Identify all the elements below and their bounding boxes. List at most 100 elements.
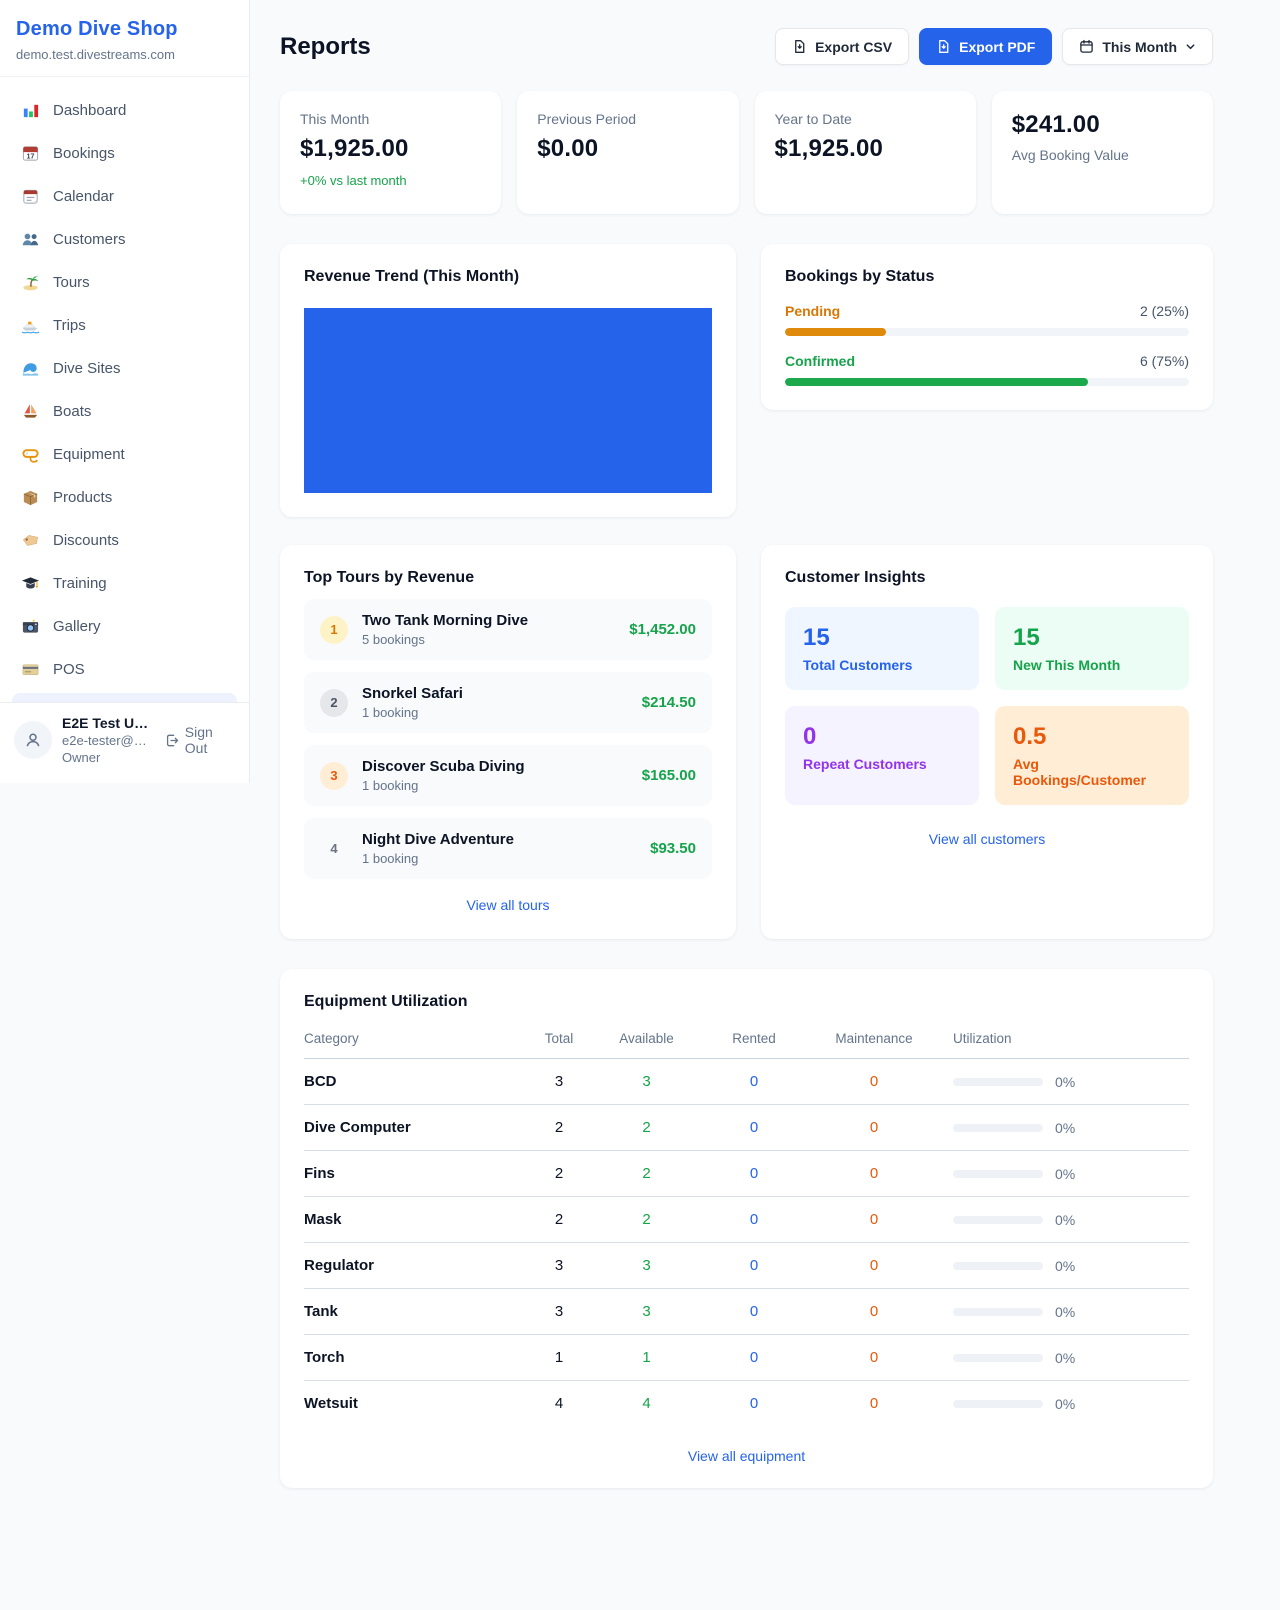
- cell-utilization: 0%: [1055, 1166, 1075, 1182]
- tour-bookings: 1 booking: [362, 705, 463, 720]
- tile-label: New This Month: [1013, 657, 1171, 673]
- table-row: BCD 3 3 0 0 0%: [304, 1059, 1189, 1105]
- cell-maintenance: 0: [809, 1211, 939, 1228]
- user-footer: E2E Test U… e2e-tester@… Owner Sign Out: [0, 702, 249, 783]
- tour-amount: $93.50: [650, 840, 696, 857]
- sidebar-item-label: Training: [53, 575, 107, 592]
- utilization-bar: [953, 1400, 1043, 1408]
- tile-label: Repeat Customers: [803, 756, 961, 772]
- header-actions: Export CSV Export PDF This Month: [775, 28, 1213, 65]
- tour-row: 1 Two Tank Morning Dive 5 bookings $1,45…: [304, 599, 712, 660]
- view-all-customers-link[interactable]: View all customers: [929, 831, 1045, 847]
- status-count: 2 (25%): [1140, 303, 1189, 319]
- sidebar-item-label: Customers: [53, 231, 126, 248]
- cell-maintenance: 0: [809, 1303, 939, 1320]
- rank-badge: 3: [320, 762, 348, 790]
- tour-amount: $214.50: [642, 694, 696, 711]
- sidebar-item-discounts[interactable]: Discounts: [8, 521, 241, 559]
- top-tours-title: Top Tours by Revenue: [304, 569, 712, 587]
- cell-total: 2: [524, 1211, 594, 1228]
- col-header-rented: Rented: [699, 1031, 809, 1046]
- tile-label: Total Customers: [803, 657, 961, 673]
- grad-cap-icon: [20, 573, 40, 593]
- utilization-bar: [953, 1354, 1043, 1362]
- col-header-total: Total: [524, 1031, 594, 1046]
- dive-mask-icon: [20, 444, 40, 464]
- cell-category: Tank: [304, 1303, 524, 1320]
- cell-total: 2: [524, 1119, 594, 1136]
- cell-category: Fins: [304, 1165, 524, 1182]
- sidebar-item-tours[interactable]: Tours: [8, 263, 241, 301]
- sidebar-item-products[interactable]: Products: [8, 478, 241, 516]
- stat-value: $241.00: [1012, 111, 1193, 139]
- tile-value: 0: [803, 723, 961, 751]
- sidebar-item-dashboard[interactable]: Dashboard: [8, 91, 241, 129]
- sidebar-item-boats[interactable]: Boats: [8, 392, 241, 430]
- cell-available: 1: [594, 1349, 699, 1366]
- sidebar-item-dive-sites[interactable]: Dive Sites: [8, 349, 241, 387]
- user-email: e2e-tester@…: [62, 733, 153, 748]
- view-all-equipment-link[interactable]: View all equipment: [688, 1448, 805, 1464]
- cell-category: BCD: [304, 1073, 524, 1090]
- status-bar-fill: [785, 328, 886, 336]
- package-icon: [20, 487, 40, 507]
- cell-utilization: 0%: [1055, 1120, 1075, 1136]
- table-header-row: Category Total Available Rented Maintena…: [304, 1031, 1189, 1059]
- tile-value: 15: [1013, 624, 1171, 652]
- period-dropdown[interactable]: This Month: [1062, 28, 1213, 65]
- equipment-utilization-card: Equipment Utilization Category Total Ava…: [280, 969, 1213, 1488]
- sidebar-item-bookings[interactable]: 17 Bookings: [8, 134, 241, 172]
- table-row: Regulator 3 3 0 0 0%: [304, 1243, 1189, 1289]
- table-row: Dive Computer 2 2 0 0 0%: [304, 1105, 1189, 1151]
- sidebar-item-customers[interactable]: Customers: [8, 220, 241, 258]
- cell-category: Dive Computer: [304, 1119, 524, 1136]
- table-row: Mask 2 2 0 0 0%: [304, 1197, 1189, 1243]
- tile-new-this-month: 15 New This Month: [995, 607, 1189, 690]
- utilization-bar: [953, 1216, 1043, 1224]
- sidebar: Demo Dive Shop demo.test.divestreams.com…: [0, 0, 250, 783]
- cell-utilization: 0%: [1055, 1304, 1075, 1320]
- credit-card-icon: [20, 659, 40, 679]
- view-all-tours-link[interactable]: View all tours: [466, 897, 549, 913]
- table-row: Torch 1 1 0 0 0%: [304, 1335, 1189, 1381]
- sidebar-item-training[interactable]: Training: [8, 564, 241, 602]
- customer-insights-card: Customer Insights 15 Total Customers 15 …: [761, 545, 1213, 939]
- sidebar-item-reports-active-partial[interactable]: [12, 693, 237, 702]
- cell-rented: 0: [699, 1211, 809, 1228]
- cell-total: 4: [524, 1395, 594, 1412]
- cell-maintenance: 0: [809, 1165, 939, 1182]
- sidebar-item-gallery[interactable]: Gallery: [8, 607, 241, 645]
- sidebar-item-label: POS: [53, 661, 85, 678]
- sidebar-nav: Dashboard 17 Bookings Calendar Customers…: [0, 77, 249, 702]
- cell-utilization: 0%: [1055, 1396, 1075, 1412]
- export-csv-button[interactable]: Export CSV: [775, 28, 909, 65]
- calendar-date-icon: 17: [20, 143, 40, 163]
- insight-tiles: 15 Total Customers 15 New This Month 0 R…: [785, 607, 1189, 805]
- tour-bookings: 1 booking: [362, 851, 514, 866]
- sidebar-item-label: Gallery: [53, 618, 101, 635]
- brand-block: Demo Dive Shop demo.test.divestreams.com: [0, 0, 249, 77]
- cell-maintenance: 0: [809, 1119, 939, 1136]
- tile-label: Avg Bookings/Customer: [1013, 756, 1171, 788]
- stat-delta: +0% vs last month: [300, 173, 481, 188]
- top-tours-card: Top Tours by Revenue 1 Two Tank Morning …: [280, 545, 736, 939]
- island-icon: [20, 272, 40, 292]
- cell-rented: 0: [699, 1073, 809, 1090]
- sidebar-item-calendar[interactable]: Calendar: [8, 177, 241, 215]
- bookings-by-status-card: Bookings by Status Pending 2 (25%) Confi…: [761, 244, 1213, 410]
- user-meta: E2E Test U… e2e-tester@… Owner: [62, 715, 153, 765]
- sidebar-item-trips[interactable]: Trips: [8, 306, 241, 344]
- cell-available: 3: [594, 1073, 699, 1090]
- cell-maintenance: 0: [809, 1349, 939, 1366]
- utilization-bar: [953, 1308, 1043, 1316]
- status-label: Pending: [785, 303, 840, 319]
- sidebar-item-pos[interactable]: POS: [8, 650, 241, 688]
- cell-category: Mask: [304, 1211, 524, 1228]
- user-role: Owner: [62, 750, 153, 765]
- tour-name: Discover Scuba Diving: [362, 758, 525, 775]
- export-pdf-button[interactable]: Export PDF: [919, 28, 1052, 65]
- sidebar-item-equipment[interactable]: Equipment: [8, 435, 241, 473]
- sidebar-item-label: Bookings: [53, 145, 115, 162]
- tour-bookings: 1 booking: [362, 778, 525, 793]
- sign-out-button[interactable]: Sign Out: [165, 724, 235, 756]
